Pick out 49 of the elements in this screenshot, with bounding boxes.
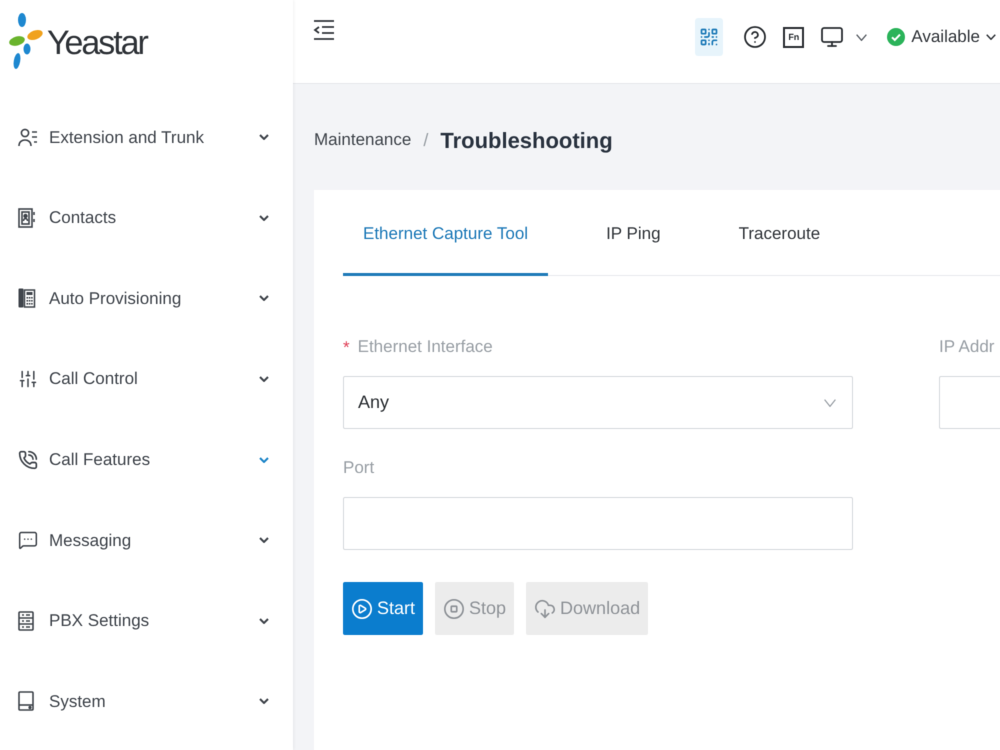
logo-wordmark: Yeastar bbox=[47, 26, 147, 60]
chevron-down-icon bbox=[986, 34, 996, 40]
stop-circle-icon bbox=[443, 598, 466, 620]
start-button[interactable]: Start bbox=[343, 582, 424, 635]
phone-call-icon bbox=[18, 450, 38, 470]
collapse-menu-button[interactable] bbox=[313, 20, 335, 40]
required-mark: * bbox=[343, 338, 350, 356]
fn-key-button[interactable]: Fn bbox=[783, 26, 804, 48]
field-label: Ethernet Interface bbox=[358, 336, 493, 358]
user-list-icon bbox=[18, 127, 38, 148]
tab[interactable]: Traceroute bbox=[718, 190, 840, 276]
contact-book-icon bbox=[18, 208, 36, 228]
monitor-icon bbox=[820, 25, 844, 49]
sidebar-item[interactable]: Call Features bbox=[0, 419, 293, 500]
server-list-icon bbox=[18, 610, 34, 631]
sidebar-item[interactable]: Contacts bbox=[0, 178, 293, 258]
qr-code-icon bbox=[699, 27, 720, 47]
help-icon bbox=[743, 25, 768, 49]
sidebar-item[interactable]: Messaging bbox=[0, 500, 293, 581]
tablet-device-icon bbox=[18, 691, 34, 712]
chat-bubble-icon bbox=[18, 530, 38, 550]
play-circle-icon bbox=[351, 598, 373, 620]
petal-logo-icon bbox=[9, 12, 45, 70]
page-title: Troubleshooting bbox=[440, 126, 613, 155]
collapse-menu-icon bbox=[313, 20, 335, 40]
chevron-down-icon bbox=[856, 34, 868, 40]
status-button[interactable]: Available bbox=[887, 24, 996, 50]
sidebar-item[interactable]: Auto Provisioning bbox=[0, 258, 293, 339]
input-field[interactable] bbox=[939, 376, 1000, 429]
field-label: IP Addr bbox=[939, 336, 994, 358]
cloud-download-icon bbox=[534, 598, 556, 620]
sidebar-item[interactable]: System bbox=[0, 661, 293, 742]
breadcrumb-separator: / bbox=[423, 128, 428, 152]
desk-phone-icon bbox=[18, 288, 36, 308]
qr-code-button[interactable] bbox=[695, 18, 724, 56]
sidebar-item[interactable]: Extension and Trunk bbox=[0, 97, 293, 178]
input-field[interactable] bbox=[343, 497, 853, 550]
tab[interactable]: Ethernet Capture Tool bbox=[343, 190, 548, 276]
chevron-down-icon bbox=[824, 398, 836, 406]
check-circle-icon bbox=[887, 28, 906, 46]
breadcrumb-link[interactable]: Maintenance bbox=[314, 127, 412, 153]
tab[interactable]: IP Ping bbox=[586, 190, 681, 276]
sidebar-item[interactable]: Call Control bbox=[0, 338, 293, 420]
select-field[interactable]: Any bbox=[343, 376, 853, 429]
sidebar-item[interactable]: PBX Settings bbox=[0, 580, 293, 662]
help-button[interactable] bbox=[743, 25, 768, 49]
monitor-menu-button[interactable] bbox=[820, 25, 868, 49]
sliders-icon bbox=[18, 369, 38, 390]
field-label: Port bbox=[343, 457, 374, 480]
